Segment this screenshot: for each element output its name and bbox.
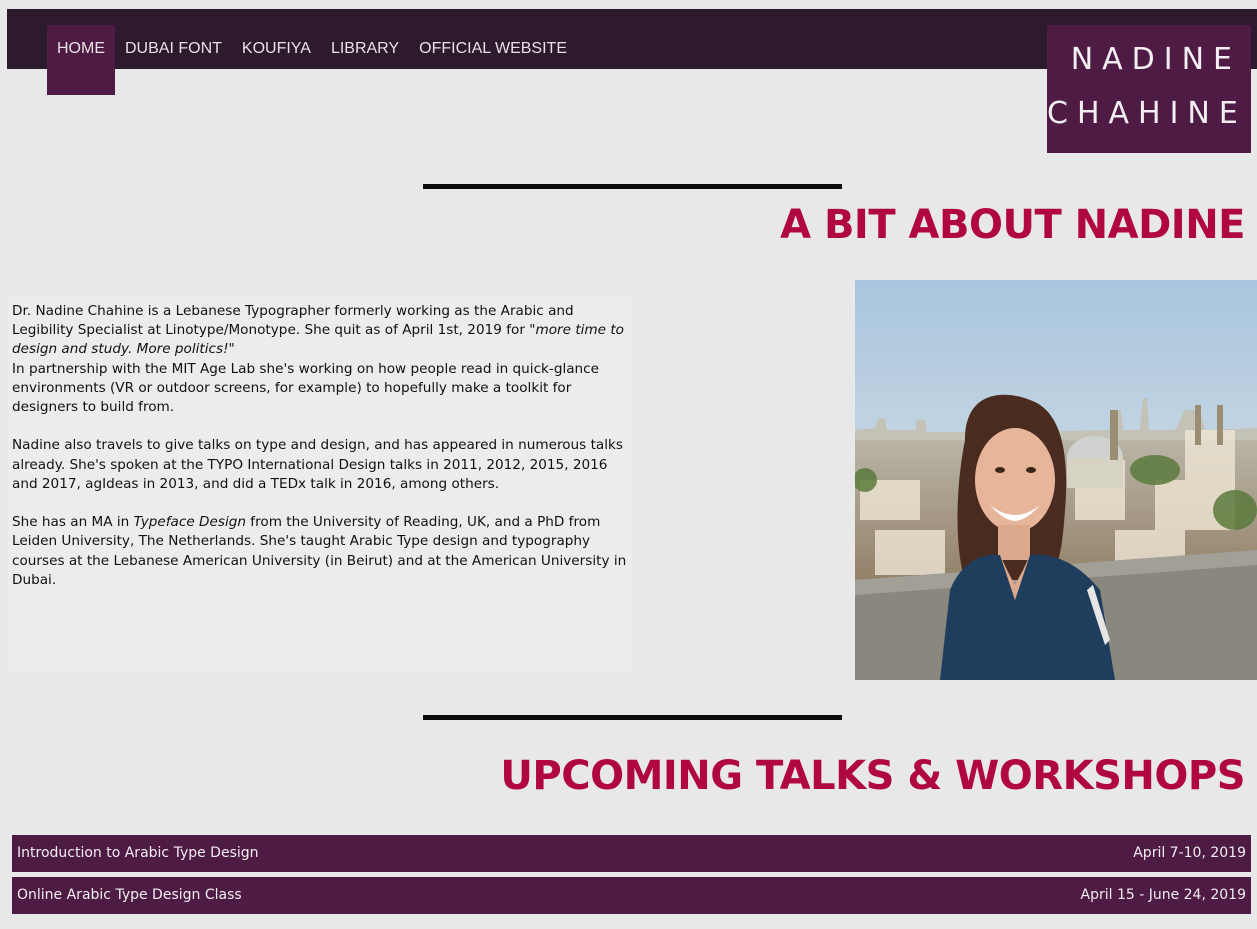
nav-library[interactable]: LIBRARY bbox=[321, 25, 409, 71]
about-heading: A BIT ABOUT NADINE bbox=[780, 202, 1245, 248]
section-divider bbox=[423, 184, 842, 189]
site-logo[interactable]: NADINE CHAHINE bbox=[1047, 25, 1251, 153]
nav-dubai-font[interactable]: DUBAI FONT bbox=[115, 25, 232, 71]
event-date: April 7-10, 2019 bbox=[1133, 845, 1246, 861]
about-text: Dr. Nadine Chahine is a Lebanese Typogra… bbox=[7, 296, 632, 673]
nav-home[interactable]: HOME bbox=[47, 25, 115, 95]
about-paragraph-3: She has an MA in Typeface Design from th… bbox=[12, 514, 627, 588]
event-row[interactable]: Introduction to Arabic Type Design April… bbox=[12, 835, 1251, 872]
nav-koufiya[interactable]: KOUFIYA bbox=[232, 25, 321, 71]
event-name[interactable]: Online Arabic Type Design Class bbox=[17, 887, 242, 903]
section-divider bbox=[423, 715, 842, 720]
nav-official-website[interactable]: OFFICIAL WEBSITE bbox=[409, 25, 577, 71]
logo-first-name: NADINE bbox=[1070, 42, 1241, 77]
event-date: April 15 - June 24, 2019 bbox=[1080, 887, 1247, 903]
portrait-photo bbox=[855, 280, 1257, 680]
logo-last-name: CHAHINE bbox=[1047, 96, 1247, 131]
event-name[interactable]: Introduction to Arabic Type Design bbox=[17, 845, 259, 861]
talks-heading: UPCOMING TALKS & WORKSHOPS bbox=[500, 753, 1245, 799]
main-nav: HOME DUBAI FONT KOUFIYA LIBRARY OFFICIAL… bbox=[47, 25, 577, 95]
event-row[interactable]: Online Arabic Type Design Class April 15… bbox=[12, 877, 1251, 914]
about-paragraph-1: Dr. Nadine Chahine is a Lebanese Typogra… bbox=[12, 303, 624, 416]
about-paragraph-2: Nadine also travels to give talks on typ… bbox=[12, 437, 623, 492]
